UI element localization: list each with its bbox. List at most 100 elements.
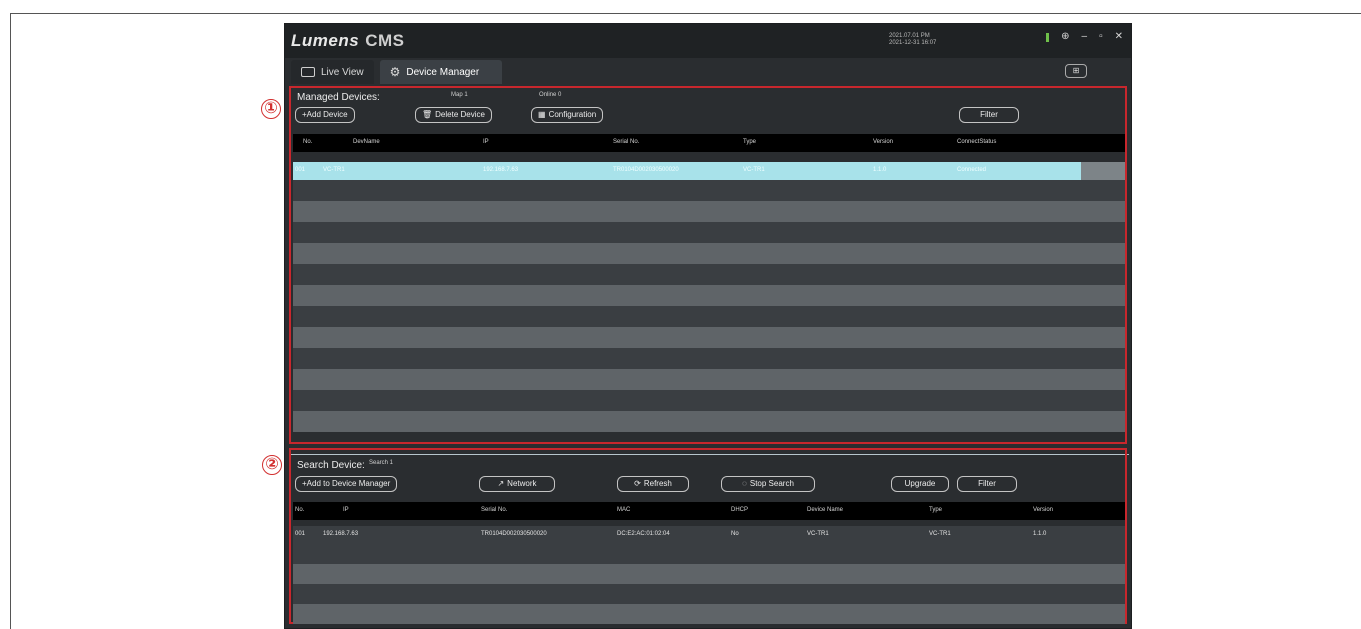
cell-serial: TR0104D002030500020 [613, 167, 679, 173]
cell-devname: VC-TR1 [323, 167, 345, 173]
empty-table-row [293, 180, 1125, 201]
col-header: IP [483, 139, 489, 145]
trash-icon: 🗑 [422, 110, 433, 119]
datetime-line-1: 2021.07.01 PM [889, 33, 930, 39]
stop-search-button[interactable]: ◌ Stop Search [721, 476, 815, 492]
pin-icon[interactable]: ⊕ [1061, 31, 1069, 43]
callout-marker-1: ① [261, 99, 281, 119]
search-filter-button[interactable]: Filter [957, 476, 1017, 492]
empty-table-row [293, 411, 1125, 432]
col-header: Type [929, 507, 943, 513]
refresh-label: Refresh [643, 479, 672, 488]
empty-table-row [293, 264, 1125, 285]
cell-status: Connected [957, 167, 987, 173]
cell-type: VC-TR1 [929, 531, 951, 537]
empty-table-row [293, 604, 1125, 624]
add-device-button[interactable]: +Add Device [295, 107, 355, 123]
tab-label: Live View [321, 66, 364, 78]
empty-table-row [293, 564, 1125, 584]
col-header: ConnectStatus [957, 139, 997, 145]
cell-device-name: VC-TR1 [807, 531, 829, 537]
table-row[interactable]: 001 192.168.7.63 TR0104D002030500020 DC:… [293, 526, 1125, 544]
col-header: Version [873, 139, 894, 145]
main-tabs: Live View ⚙ Device Manager [291, 60, 502, 84]
title-bar: Lumens CMS 2021.07.01 PM 2021-12-31 16:07… [285, 24, 1131, 58]
managed-devices-panel: Managed Devices: Map 1 Online 0 +Add Dev… [289, 86, 1127, 444]
empty-table-row [293, 222, 1125, 243]
cell-version: 1.1.0 [1033, 531, 1047, 537]
gear-icon: ⚙ [389, 65, 401, 79]
managed-filter-button[interactable]: Filter [959, 107, 1019, 123]
search-table-header: No. IP Serial No. MAC DHCP Device Name T… [293, 502, 1125, 520]
app-logo: Lumens CMS [291, 31, 404, 51]
status-indicator-icon [1046, 32, 1050, 42]
tab-live-view[interactable]: Live View [291, 60, 374, 84]
empty-table-row [293, 584, 1125, 604]
tab-device-manager[interactable]: ⚙ Device Manager [379, 60, 502, 84]
col-header: No. [303, 139, 313, 145]
live-view-icon [301, 67, 315, 77]
col-header: No. [295, 507, 305, 513]
search-device-panel: Search Device: Search 1 +Add to Device M… [289, 448, 1127, 624]
network-button[interactable]: ↗ Network [479, 476, 555, 492]
cell-serial: TR0104D002030500020 [481, 531, 547, 537]
network-icon: ↗ [497, 479, 505, 488]
cell-type: VC-TR1 [743, 167, 765, 173]
tab-label: Device Manager [406, 66, 480, 78]
stop-search-label: Stop Search [749, 479, 794, 488]
search-device-title: Search Device: [297, 460, 365, 471]
col-header: Device Name [807, 507, 844, 513]
search-count: Search 1 [369, 460, 394, 466]
managed-total-count: Map 1 [451, 92, 468, 98]
row-scroll-gap [1081, 162, 1125, 180]
managed-devices-title: Managed Devices: [297, 92, 380, 103]
refresh-button[interactable]: ⟳ Refresh [617, 476, 689, 492]
refresh-icon: ⟳ [634, 479, 641, 488]
managed-table-header: No. DevName IP Serial No. Type Version C… [293, 134, 1125, 152]
cell-dhcp: No [731, 531, 739, 537]
col-header: DHCP [731, 507, 749, 513]
empty-table-row [293, 327, 1125, 348]
cell-no: 001 [295, 167, 306, 173]
configuration-label: Configuration [548, 110, 597, 119]
window-controls: ⊕ – ▫ ✕ [1046, 31, 1123, 43]
cell-version: 1.1.0 [873, 167, 887, 173]
datetime-readout: 2021.07.01 PM 2021-12-31 16:07 [889, 33, 936, 47]
delete-device-label: Delete Device [435, 110, 485, 119]
config-icon: ▦ [538, 110, 546, 119]
configuration-button[interactable]: ▦ Configuration [531, 107, 604, 123]
brand-name: Lumens [291, 31, 360, 50]
cell-ip: 192.168.7.63 [323, 531, 359, 537]
col-header: Version [1033, 507, 1054, 513]
page-frame-top [10, 13, 1361, 14]
table-row[interactable]: 001 VC-TR1 192.168.7.63 TR0104D002030500… [293, 162, 1125, 180]
product-name: CMS [365, 31, 405, 50]
datetime-line-2: 2021-12-31 16:07 [889, 40, 937, 46]
empty-table-row [293, 390, 1125, 411]
col-header: IP [343, 507, 349, 513]
close-button[interactable]: ✕ [1115, 31, 1123, 43]
empty-table-row [293, 544, 1125, 564]
empty-table-row [293, 369, 1125, 390]
managed-online-count: Online 0 [539, 92, 562, 98]
cell-ip: 192.168.7.63 [483, 167, 519, 173]
empty-table-row [293, 243, 1125, 264]
minimize-button[interactable]: – [1082, 31, 1088, 43]
upgrade-button[interactable]: Upgrade [891, 476, 949, 492]
empty-table-row [293, 201, 1125, 222]
empty-table-row [293, 306, 1125, 327]
cell-mac: DC:E2:AC:01:02:04 [617, 531, 670, 537]
cell-no: 001 [295, 531, 306, 537]
cms-app-window: Lumens CMS 2021.07.01 PM 2021-12-31 16:07… [284, 23, 1132, 629]
maximize-button[interactable]: ▫ [1099, 31, 1103, 43]
col-header: DevName [353, 139, 380, 145]
network-label: Network [507, 479, 537, 488]
stop-icon: ◌ [742, 479, 747, 488]
empty-table-row [293, 285, 1125, 306]
layout-toggle-button[interactable]: ⊞ [1065, 64, 1087, 78]
col-header: Serial No. [481, 507, 508, 513]
delete-device-button[interactable]: 🗑 Delete Device [415, 107, 492, 123]
add-to-device-manager-button[interactable]: +Add to Device Manager [295, 476, 398, 492]
empty-table-row [293, 348, 1125, 369]
col-header: MAC [617, 507, 631, 513]
